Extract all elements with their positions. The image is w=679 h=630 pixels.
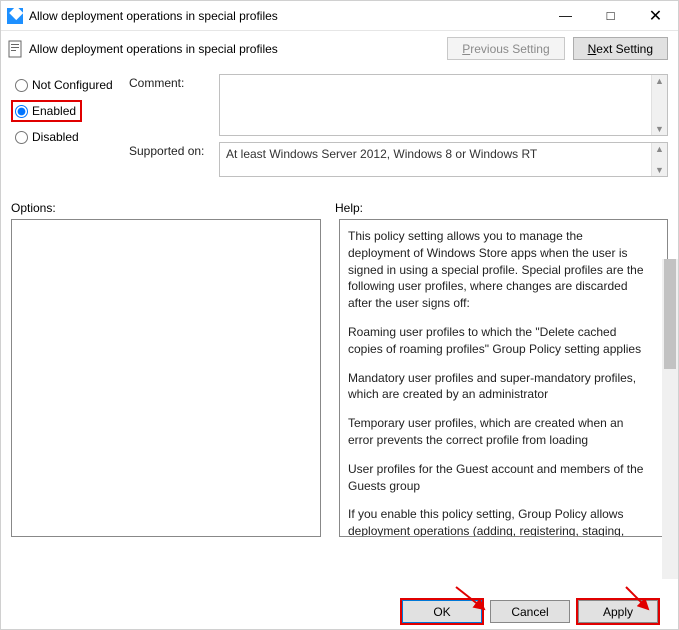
help-p6: If you enable this policy setting, Group…	[348, 506, 647, 536]
scrollbar-thumb[interactable]	[664, 259, 676, 369]
radio-not-configured-input[interactable]	[15, 79, 28, 92]
radio-enabled[interactable]: Enabled	[11, 100, 82, 122]
next-setting-button[interactable]: Next Setting	[573, 37, 668, 60]
close-button[interactable]: ✕	[633, 1, 678, 31]
supported-on-label: Supported on:	[129, 142, 219, 177]
minimize-button[interactable]: ―	[543, 1, 588, 31]
help-text: This policy setting allows you to manage…	[340, 220, 667, 536]
radio-enabled-input[interactable]	[15, 105, 28, 118]
maximize-button[interactable]: □	[588, 1, 633, 31]
help-label: Help:	[335, 201, 668, 215]
help-p3: Mandatory user profiles and super-mandat…	[348, 370, 647, 404]
radio-enabled-label: Enabled	[32, 104, 76, 118]
policy-subtitle: Allow deployment operations in special p…	[29, 42, 439, 56]
window-title: Allow deployment operations in special p…	[29, 9, 543, 23]
radio-not-configured-label: Not Configured	[32, 78, 113, 92]
help-p5: User profiles for the Guest account and …	[348, 461, 647, 495]
radio-disabled-input[interactable]	[15, 131, 28, 144]
supported-on-text: At least Windows Server 2012, Windows 8 …	[220, 143, 667, 165]
radio-disabled-label: Disabled	[32, 130, 79, 144]
help-p2: Roaming user profiles to which the "Dele…	[348, 324, 647, 358]
help-pane: This policy setting allows you to manage…	[339, 219, 668, 537]
supported-scrollbar[interactable]: ▲ ▼	[651, 143, 667, 176]
app-icon	[7, 8, 23, 24]
supported-on-box: At least Windows Server 2012, Windows 8 …	[219, 142, 668, 177]
title-bar: Allow deployment operations in special p…	[1, 1, 678, 31]
scroll-up-icon: ▲	[655, 143, 664, 155]
options-label: Options:	[11, 201, 335, 215]
comment-label: Comment:	[129, 74, 219, 136]
previous-setting-button: Previous Setting	[447, 37, 564, 60]
scroll-down-icon: ▼	[655, 123, 664, 135]
radio-not-configured[interactable]: Not Configured	[11, 74, 119, 96]
policy-icon	[7, 39, 23, 59]
content-scrollbar[interactable]	[662, 259, 678, 579]
help-p1: This policy setting allows you to manage…	[348, 228, 647, 312]
dialog-buttons: OK Cancel Apply	[394, 600, 658, 623]
comment-scrollbar[interactable]: ▲ ▼	[651, 75, 667, 135]
apply-button[interactable]: Apply	[578, 600, 658, 623]
policy-header: Allow deployment operations in special p…	[1, 31, 678, 70]
cancel-button[interactable]: Cancel	[490, 600, 570, 623]
help-p4: Temporary user profiles, which are creat…	[348, 415, 647, 449]
radio-disabled[interactable]: Disabled	[11, 126, 85, 148]
options-pane	[11, 219, 321, 537]
scroll-up-icon: ▲	[655, 75, 664, 87]
scroll-down-icon: ▼	[655, 164, 664, 176]
state-radio-group: Not Configured Enabled Disabled	[11, 74, 123, 183]
comment-textarea[interactable]: ▲ ▼	[219, 74, 668, 136]
ok-button[interactable]: OK	[402, 600, 482, 623]
